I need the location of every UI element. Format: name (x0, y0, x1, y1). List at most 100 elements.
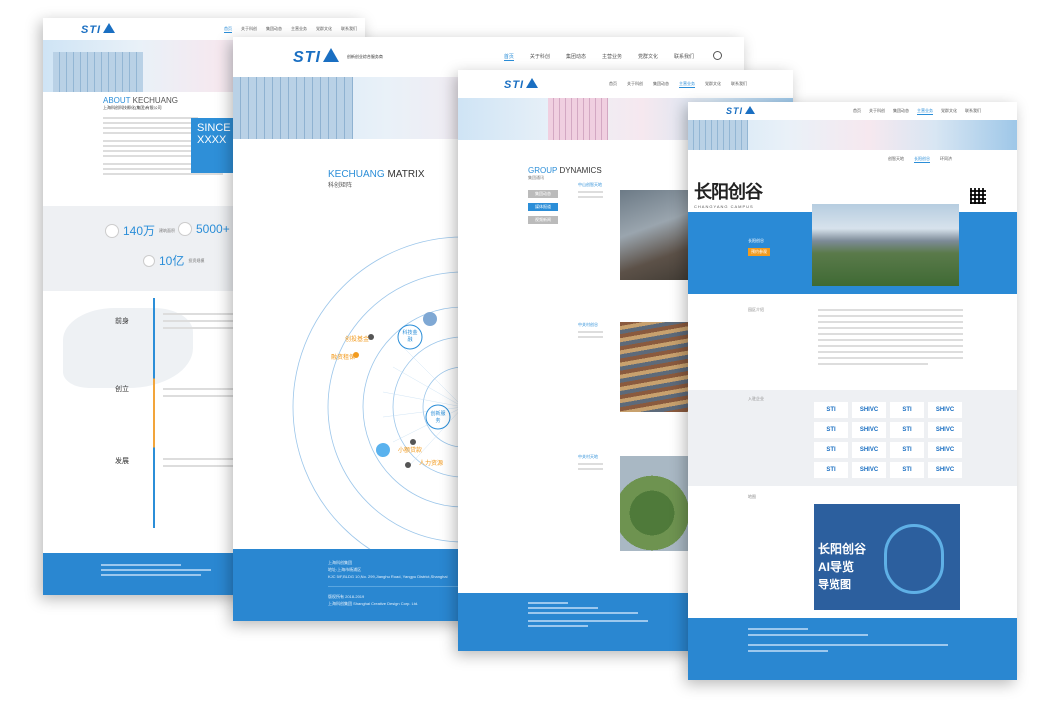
menu-contact[interactable]: 联系我们 (341, 26, 357, 33)
menu-about[interactable]: 关于科创 (627, 81, 643, 88)
hero-banner (688, 120, 1017, 150)
menu-business[interactable]: 主营业务 (679, 81, 695, 88)
group-cn: 集团通讯 (528, 175, 544, 180)
subnav-3[interactable]: 环同济 (940, 156, 952, 163)
node-label-fintech[interactable]: 科技金融 (401, 329, 419, 343)
partner-logo-grid: STI SHIVC STI SHIVC STI SHIVC STI SHIVC … (814, 402, 964, 478)
partner-logo[interactable]: STI (814, 442, 848, 458)
menu-news[interactable]: 集团动态 (653, 81, 669, 88)
partner-logo[interactable]: SHIVC (928, 462, 962, 478)
navbar: STI 首页 关于科创 集团动态 主营业务 党群文化 联系我们 (458, 70, 793, 98)
menu-business[interactable]: 主营业务 (291, 26, 307, 33)
campus-title-en: CHANGYANG CAMPUS (694, 204, 754, 209)
node-label-lease[interactable]: 融资租保 (331, 352, 355, 361)
partner-logo[interactable]: SHIVC (852, 422, 886, 438)
campus-map[interactable]: 长阳创谷 AI导览 导览图 (814, 504, 960, 610)
map-road (884, 524, 944, 594)
campus-logo: 长阳创谷 CHANGYANG CAMPUS (694, 178, 763, 209)
partner-logo[interactable]: STI (890, 462, 924, 478)
menu-contact[interactable]: 联系我们 (731, 81, 747, 88)
building-graphic (233, 77, 353, 139)
timeline-node-1[interactable]: 前身 (115, 316, 129, 326)
group-heading: GROUP DYNAMICS 集团通讯 (528, 166, 602, 181)
timeline-node-2[interactable]: 创立 (115, 384, 129, 394)
menu-home[interactable]: 首页 (609, 81, 617, 88)
news-text: 中山创智天地 (578, 182, 618, 201)
menu-business[interactable]: 主营业务 (602, 53, 622, 61)
logo-icon (745, 106, 756, 114)
node-label-vc[interactable]: 创投基金 (345, 334, 369, 343)
intro-text (818, 305, 963, 369)
logo[interactable]: STI (726, 106, 756, 116)
node-label-hr[interactable]: 人力资源 (419, 458, 443, 467)
partner-logo[interactable]: STI (890, 422, 924, 438)
logo[interactable]: STI (504, 77, 539, 91)
tab-news[interactable]: 集团动态 (528, 190, 558, 198)
tab-media[interactable]: 媒体报道 (528, 203, 558, 211)
tab-list: 集团动态 媒体报道 视频新闻 (528, 190, 558, 224)
news-title: 中关村创谷 (578, 322, 598, 327)
partner-logo[interactable]: SHIVC (852, 402, 886, 418)
partners-band: 入驻企业 STI SHIVC STI SHIVC STI SHIVC STI S… (688, 390, 1017, 486)
menu-business[interactable]: 主营业务 (917, 108, 933, 115)
stat-3: 10亿 投资规模 (143, 252, 204, 269)
main-menu: 首页 关于科创 集团动态 主营业务 党群文化 联系我们 (609, 81, 747, 88)
partner-logo[interactable]: STI (890, 442, 924, 458)
main-menu: 首页 关于科创 集团动态 主营业务 党群文化 联系我们 (503, 53, 694, 61)
partner-logo[interactable]: STI (814, 402, 848, 418)
building-graphic (688, 120, 748, 150)
news-item-2[interactable]: 中关村创谷 (578, 322, 603, 341)
campus-title: 长阳创谷 (694, 182, 763, 203)
menu-culture[interactable]: 党群文化 (941, 108, 957, 115)
node-label-innovation[interactable]: 创新服务 (429, 410, 447, 424)
menu-news[interactable]: 集团动态 (566, 53, 586, 61)
menu-about[interactable]: 关于科创 (530, 53, 550, 61)
partner-logo[interactable]: SHIVC (852, 442, 886, 458)
logo-icon (103, 22, 116, 33)
menu-contact[interactable]: 联系我们 (674, 53, 694, 61)
group-title-b: DYNAMICS (559, 166, 602, 175)
news-title: 中关村天地 (578, 454, 598, 459)
logo[interactable]: STI (293, 47, 339, 67)
menu-contact[interactable]: 联系我们 (965, 108, 981, 115)
menu-home[interactable]: 首页 (224, 26, 232, 33)
menu-culture[interactable]: 党群文化 (705, 81, 721, 88)
partner-logo[interactable]: SHIVC (928, 422, 962, 438)
timeline-line (153, 298, 155, 528)
menu-news[interactable]: 集团动态 (266, 26, 282, 33)
map-title: 长阳创谷 (818, 542, 867, 556)
menu-home[interactable]: 首页 (853, 108, 861, 115)
partner-logo[interactable]: STI (814, 462, 848, 478)
menu-culture[interactable]: 党群文化 (316, 26, 332, 33)
menu-culture[interactable]: 党群文化 (638, 53, 658, 61)
menu-about[interactable]: 关于科创 (869, 108, 885, 115)
stat-value: 5000+ (196, 222, 230, 236)
map-label: 地图 (748, 494, 756, 499)
news-item-3[interactable]: 中关村天地 (578, 454, 603, 473)
subnav-2[interactable]: 长阳创谷 (914, 156, 930, 163)
logo[interactable]: STI (81, 22, 116, 36)
logo-icon (322, 47, 339, 62)
partner-logo[interactable]: SHIVC (852, 462, 886, 478)
menu-about[interactable]: 关于科创 (241, 26, 257, 33)
partner-logo[interactable]: STI (814, 422, 848, 438)
stat-value: 140万 (123, 224, 156, 238)
menu-home[interactable]: 首页 (503, 53, 514, 61)
about-title-2: KECHUANG (132, 96, 178, 105)
search-icon[interactable] (713, 51, 722, 60)
about-title: ABOUT (103, 96, 131, 105)
partner-logo[interactable]: SHIVC (928, 402, 962, 418)
menu-news[interactable]: 集团动态 (893, 108, 909, 115)
subnav-1[interactable]: 创智天地 (888, 156, 904, 163)
partner-logo[interactable]: SHIVC (928, 442, 962, 458)
main-menu: 首页 关于科创 集团动态 主营业务 党群文化 联系我们 (853, 108, 981, 115)
logo-text: STI (81, 23, 102, 36)
visit-button[interactable]: 预约参观 (748, 248, 770, 256)
node-label-loan[interactable]: 小额贷款 (398, 445, 422, 454)
tab-video[interactable]: 视频新闻 (528, 216, 558, 224)
node-dot-6 (423, 312, 437, 326)
page-campus: STI 首页 关于科创 集团动态 主营业务 党群文化 联系我们 创智天地 长阳创… (688, 102, 1017, 680)
partner-logo[interactable]: STI (890, 402, 924, 418)
partner-label: 入驻企业 (748, 396, 764, 401)
timeline-node-3[interactable]: 发展 (115, 456, 129, 466)
